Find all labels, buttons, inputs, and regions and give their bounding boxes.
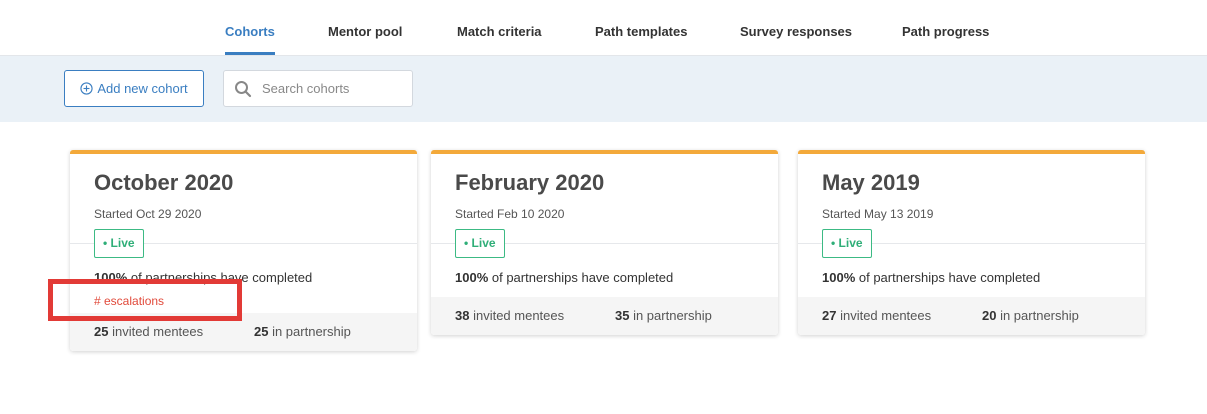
top-nav: Cohorts Mentor pool Match criteria Path … xyxy=(0,0,1207,56)
tab-survey-responses[interactable]: Survey responses xyxy=(740,24,852,39)
completion-summary: 100% of partnerships have completed xyxy=(455,270,673,285)
cohort-start-date: Started Feb 10 2020 xyxy=(455,207,565,221)
status-badge: • Live xyxy=(455,229,505,258)
cohort-card-october-2020[interactable]: October 2020 Started Oct 29 2020 • Live … xyxy=(70,150,417,351)
cohort-stats: 25 invited mentees 25 in partnership xyxy=(70,313,417,351)
add-cohort-button[interactable]: Add new cohort xyxy=(64,70,204,107)
partnership-count: 25 xyxy=(254,324,269,339)
status-badge: • Live xyxy=(94,229,144,258)
partnership-label: in partnership xyxy=(268,324,351,339)
completion-percent: 100% xyxy=(455,270,489,285)
cohort-card-may-2019[interactable]: May 2019 Started May 13 2019 • Live 100%… xyxy=(798,150,1145,335)
cohort-stats: 38 invited mentees 35 in partnership xyxy=(431,297,778,335)
partnership-label: in partnership xyxy=(996,308,1079,323)
completion-text: of partnerships have completed xyxy=(855,270,1041,285)
escalations-link[interactable]: # escalations xyxy=(94,294,164,308)
tab-path-progress[interactable]: Path progress xyxy=(902,24,989,39)
invited-mentees-stat: 25 invited mentees xyxy=(94,324,203,339)
partnership-count: 35 xyxy=(615,308,630,323)
invited-label: invited mentees xyxy=(836,308,932,323)
partnership-label: in partnership xyxy=(629,308,712,323)
invited-mentees-stat: 38 invited mentees xyxy=(455,308,564,323)
cohort-title: May 2019 xyxy=(822,170,920,195)
in-partnership-stat: 20 in partnership xyxy=(982,308,1079,323)
in-partnership-stat: 25 in partnership xyxy=(254,324,351,339)
invited-label: invited mentees xyxy=(469,308,565,323)
add-cohort-label: Add new cohort xyxy=(97,81,188,96)
cohort-stats: 27 invited mentees 20 in partnership xyxy=(798,297,1145,335)
toolbar: Add new cohort xyxy=(0,56,1207,122)
tab-path-templates[interactable]: Path templates xyxy=(595,24,687,39)
cohort-title: February 2020 xyxy=(455,170,605,195)
cohort-start-date: Started May 13 2019 xyxy=(822,207,934,221)
completion-summary: 100% of partnerships have completed xyxy=(94,270,312,285)
search-input[interactable] xyxy=(262,81,402,96)
completion-text: of partnerships have completed xyxy=(488,270,674,285)
completion-percent: 100% xyxy=(94,270,128,285)
cohort-start-date: Started Oct 29 2020 xyxy=(94,207,202,221)
invited-count: 25 xyxy=(94,324,109,339)
tab-cohorts[interactable]: Cohorts xyxy=(225,24,275,55)
tab-match-criteria[interactable]: Match criteria xyxy=(457,24,542,39)
invited-count: 27 xyxy=(822,308,837,323)
invited-count: 38 xyxy=(455,308,470,323)
in-partnership-stat: 35 in partnership xyxy=(615,308,712,323)
tab-mentor-pool[interactable]: Mentor pool xyxy=(328,24,402,39)
search-box[interactable] xyxy=(223,70,413,107)
search-icon xyxy=(235,80,252,97)
invited-label: invited mentees xyxy=(108,324,204,339)
completion-percent: 100% xyxy=(822,270,856,285)
completion-text: of partnerships have completed xyxy=(127,270,313,285)
partnership-count: 20 xyxy=(982,308,997,323)
invited-mentees-stat: 27 invited mentees xyxy=(822,308,931,323)
completion-summary: 100% of partnerships have completed xyxy=(822,270,1040,285)
status-badge: • Live xyxy=(822,229,872,258)
plus-circle-icon xyxy=(80,82,93,95)
cohort-card-february-2020[interactable]: February 2020 Started Feb 10 2020 • Live… xyxy=(431,150,778,335)
cohort-title: October 2020 xyxy=(94,170,234,195)
